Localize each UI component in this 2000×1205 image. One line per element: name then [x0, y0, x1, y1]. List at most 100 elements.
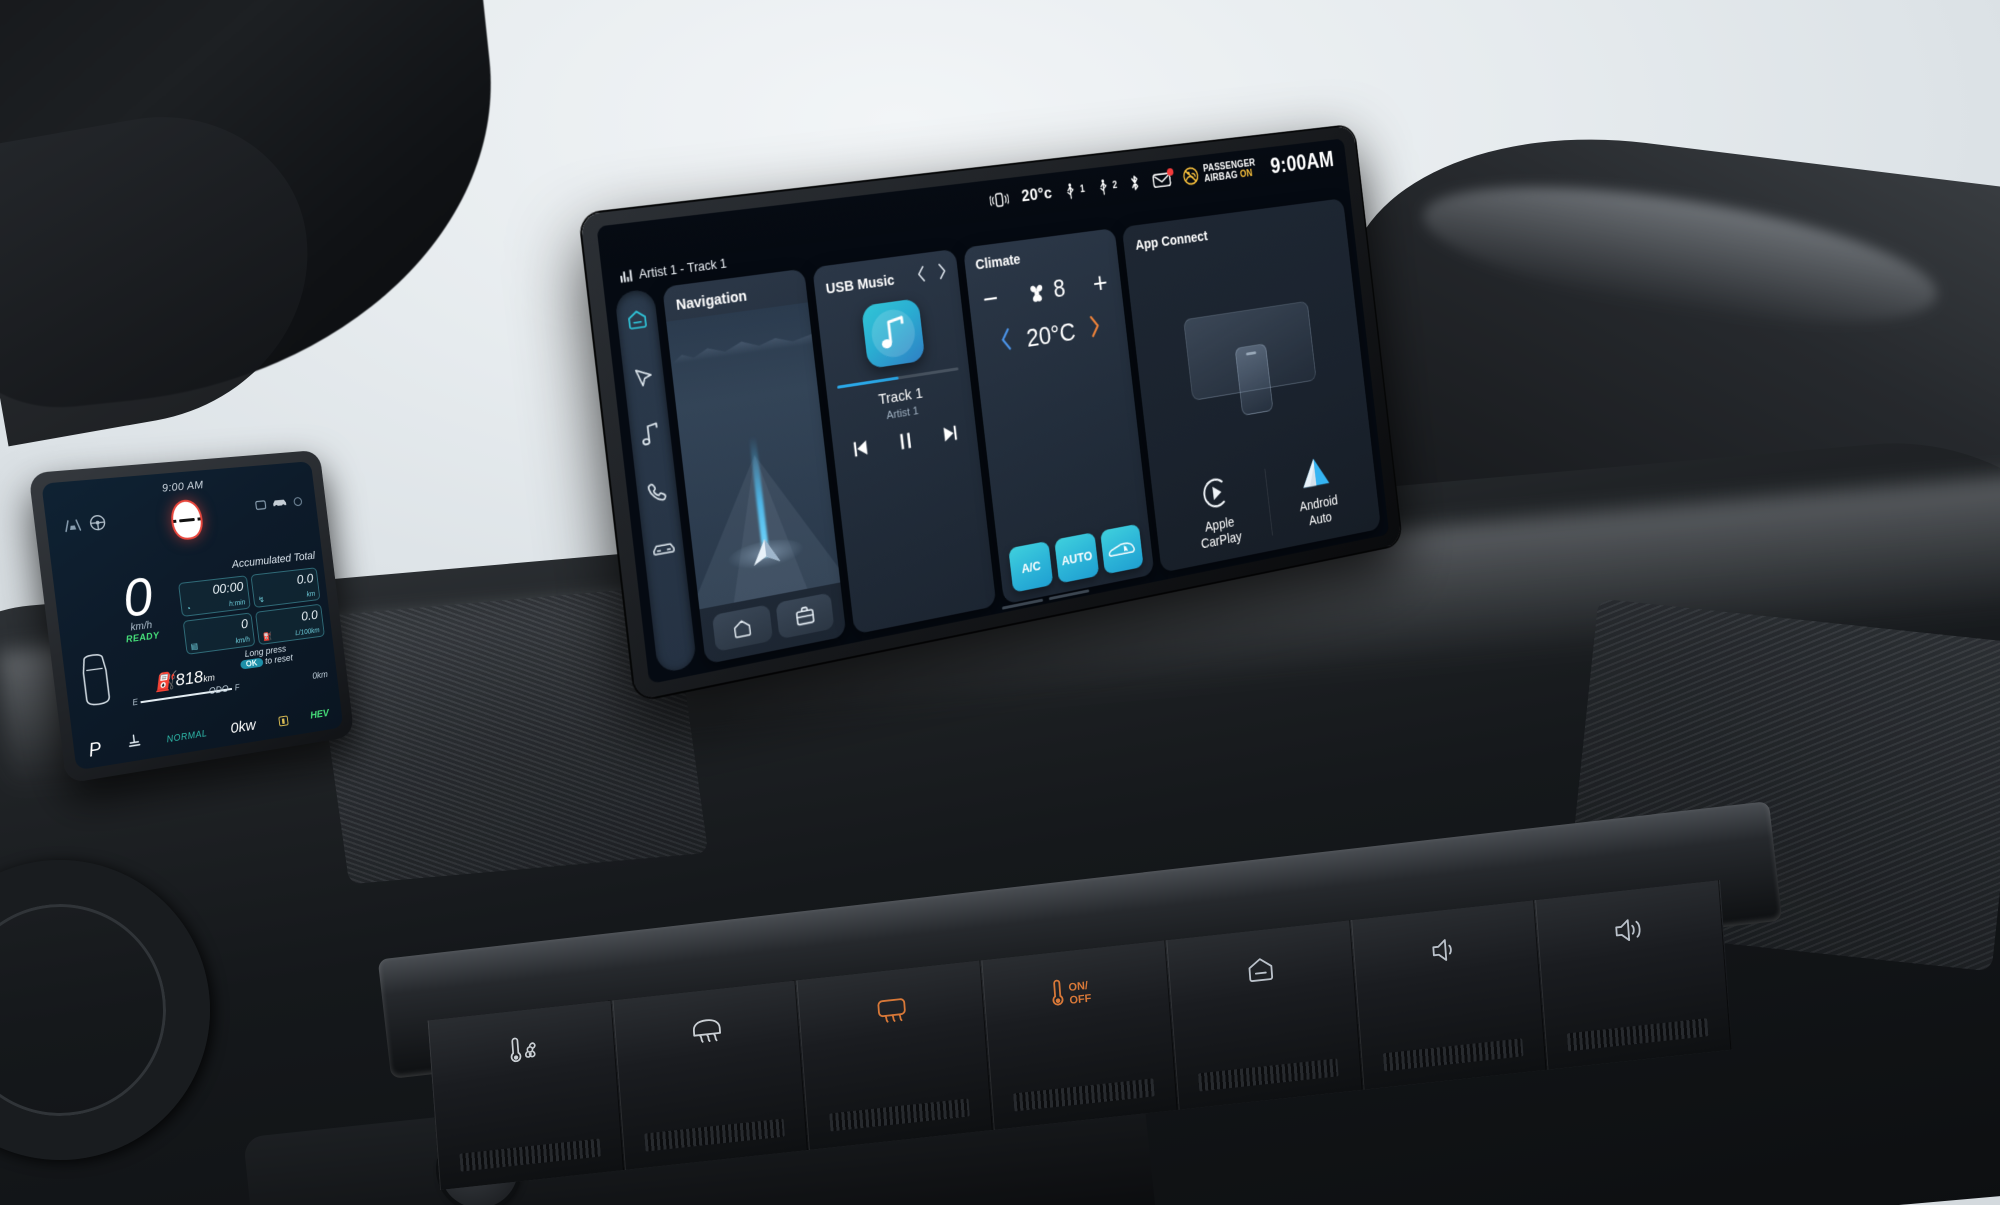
cluster-telltales-right: [254, 495, 303, 511]
next-source-button[interactable]: [936, 262, 948, 286]
music-source-switcher: [915, 262, 948, 288]
odo-label: ODO: [208, 683, 230, 697]
ac-on-off-button[interactable]: ON/ OFF: [981, 940, 1179, 1130]
sidebar-item-vehicle[interactable]: [648, 532, 679, 566]
odo-value: 0km: [311, 669, 329, 681]
air-recirculation-button[interactable]: A: [1099, 523, 1144, 575]
transport-controls: [844, 421, 968, 466]
battery-icon: ▮: [278, 714, 289, 727]
music-card-title: USB Music: [825, 272, 896, 298]
sidebar-item-media[interactable]: [635, 418, 666, 451]
android-auto-label: Android Auto: [1299, 493, 1340, 531]
music-note-icon: [881, 315, 909, 350]
climate-fan-button[interactable]: [427, 1000, 625, 1191]
thermometer-onoff-icon: ON/ OFF: [1052, 979, 1092, 1007]
play-pause-button[interactable]: [897, 430, 916, 457]
home-icon: [1248, 958, 1274, 982]
temperature-value: 20°C: [1024, 316, 1077, 353]
message-icon[interactable]: [1152, 167, 1175, 189]
sidebar-item-phone[interactable]: [642, 475, 673, 508]
bluetooth-icon: [1128, 173, 1141, 193]
prev-source-button[interactable]: [915, 265, 927, 289]
recirculation-car-icon: A: [1107, 537, 1137, 561]
car-icon: [272, 499, 287, 508]
previous-track-button[interactable]: [851, 437, 872, 465]
vibrate-icon: [989, 190, 1010, 209]
gear-indicator: P: [87, 738, 103, 761]
stat-unit: L/100km: [294, 627, 321, 638]
fan-speed-display: 8: [1025, 275, 1067, 308]
track-artist: Artist 1: [886, 405, 920, 423]
lane-assist-icon: [62, 517, 82, 533]
temp-decrease-button[interactable]: [999, 327, 1015, 357]
chevron-left-icon: [915, 265, 927, 284]
stat-value: 0: [240, 615, 249, 632]
phone-mirroring-illustration: [1137, 230, 1360, 476]
music-card-header: USB Music: [825, 262, 949, 301]
message-unread-badge: [1166, 167, 1175, 176]
chevron-right-icon: [1087, 314, 1102, 338]
fan-speed-value: 8: [1052, 275, 1067, 304]
steering-wheel-icon: [88, 513, 107, 532]
parking-brake-icon: [125, 732, 144, 756]
navigation-preview: [666, 302, 841, 610]
fan-increase-button[interactable]: +: [1091, 267, 1109, 300]
apple-carplay-button[interactable]: Apple CarPlay: [1163, 465, 1272, 559]
chevron-left-icon: [999, 327, 1014, 352]
rear-defrost-icon: [877, 998, 906, 1023]
temp-increase-button[interactable]: [1087, 314, 1103, 343]
stat-unit: h:min: [228, 599, 246, 609]
chevron-right-icon: [936, 262, 948, 281]
front-defrost-button[interactable]: [612, 980, 810, 1170]
climate-card[interactable]: Climate − 8 + 20°C A/C AUTO A: [962, 228, 1155, 605]
app-connect-card[interactable]: App Connect Apple CarPlay Android Auto: [1121, 198, 1382, 573]
trip-stat-cell: 0.0 ↯ km: [250, 567, 321, 609]
music-note-icon: [639, 421, 661, 447]
next-track-button[interactable]: [940, 423, 960, 450]
stat-icon: ↯: [257, 594, 266, 605]
front-defrost-icon: [693, 1019, 722, 1043]
home-button[interactable]: [1166, 920, 1364, 1110]
drive-mode: NORMAL: [166, 727, 208, 744]
volume-down-button[interactable]: [1350, 900, 1548, 1090]
briefcase-icon: [794, 604, 816, 628]
usb2-label: 2: [1112, 179, 1118, 191]
range-value: 818: [174, 667, 205, 690]
driver-cluster-display: 9:00 AM 0 km/h READY Accumulated Total 0…: [28, 449, 355, 784]
stat-unit: km: [306, 590, 316, 599]
stat-value: 0.0: [295, 570, 315, 587]
clock: 9:00AM: [1269, 146, 1336, 178]
volume-up-button[interactable]: [1535, 879, 1733, 1070]
ambient-temperature: 20°c: [1020, 183, 1053, 206]
nav-shortcut-home[interactable]: [711, 604, 773, 652]
sidebar-item-home[interactable]: [622, 303, 653, 335]
cluster-telltales-left: [62, 513, 107, 534]
nav-shortcut-work[interactable]: [775, 592, 835, 640]
temperature-control: 20°C: [983, 311, 1117, 360]
svg-text:ON/: ON/: [1068, 980, 1088, 994]
svg-text:OFF: OFF: [1069, 993, 1092, 1007]
ac-button[interactable]: A/C: [1008, 540, 1054, 593]
car-icon: [651, 539, 676, 560]
rear-defrost-button[interactable]: [796, 960, 994, 1150]
playback-progress[interactable]: [837, 367, 959, 389]
sidebar-item-navigation[interactable]: [628, 361, 659, 394]
svg-text:A: A: [1124, 546, 1129, 553]
auto-button[interactable]: AUTO: [1054, 532, 1100, 584]
thermometer-fan-icon: [511, 1037, 536, 1063]
pause-icon: [900, 432, 912, 450]
home-icon: [625, 308, 649, 331]
navigation-arrow-icon: [632, 364, 656, 390]
album-art[interactable]: [861, 298, 926, 370]
fan-decrease-button[interactable]: −: [981, 282, 1000, 316]
apple-carplay-label: Apple CarPlay: [1198, 514, 1242, 554]
passenger-airbag-indicator: PASSENGER AIRBAG ON: [1182, 157, 1257, 186]
stat-icon: ⛽: [262, 631, 273, 642]
hev-indicator: HEV: [309, 708, 330, 722]
android-auto-button[interactable]: Android Auto: [1264, 447, 1369, 537]
passenger-airbag-icon: [1182, 166, 1200, 186]
skip-next-icon: [943, 425, 958, 442]
range-unit: km: [202, 672, 216, 684]
illustration-phone: [1234, 343, 1274, 417]
volume-high-icon: [1615, 919, 1641, 942]
